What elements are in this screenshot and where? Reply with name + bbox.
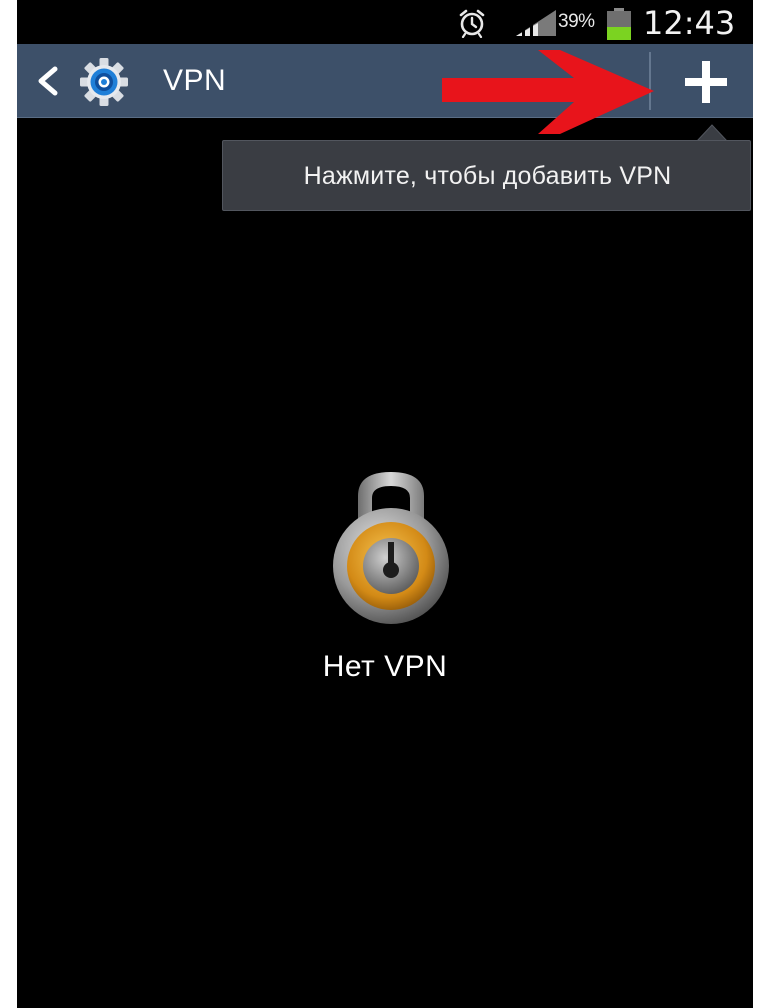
padlock-icon — [333, 472, 449, 624]
red-arrow-annotation — [442, 50, 654, 134]
battery-icon — [607, 8, 631, 40]
screen-title: VPN — [163, 64, 227, 97]
no-vpn-label: Нет VPN — [322, 650, 448, 683]
clock: 12:43 — [643, 4, 736, 42]
alarm-clock-icon — [459, 9, 485, 38]
add-vpn-tooltip: Нажмите, чтобы добавить VPN — [222, 140, 751, 211]
plus-icon — [685, 61, 727, 103]
add-vpn-button[interactable] — [665, 44, 753, 118]
battery-percent: 39% — [558, 11, 595, 32]
phone-screen: 39% 12:43 VPN Нажмите, чтобы добавить VP… — [17, 0, 753, 1008]
settings-gear-icon — [80, 58, 128, 106]
signal-strength-icon — [516, 10, 556, 36]
status-bar: 39% 12:43 — [17, 0, 753, 44]
tooltip-text: Нажмите, чтобы добавить VPN — [303, 162, 672, 190]
chevron-left-icon[interactable] — [33, 65, 61, 97]
